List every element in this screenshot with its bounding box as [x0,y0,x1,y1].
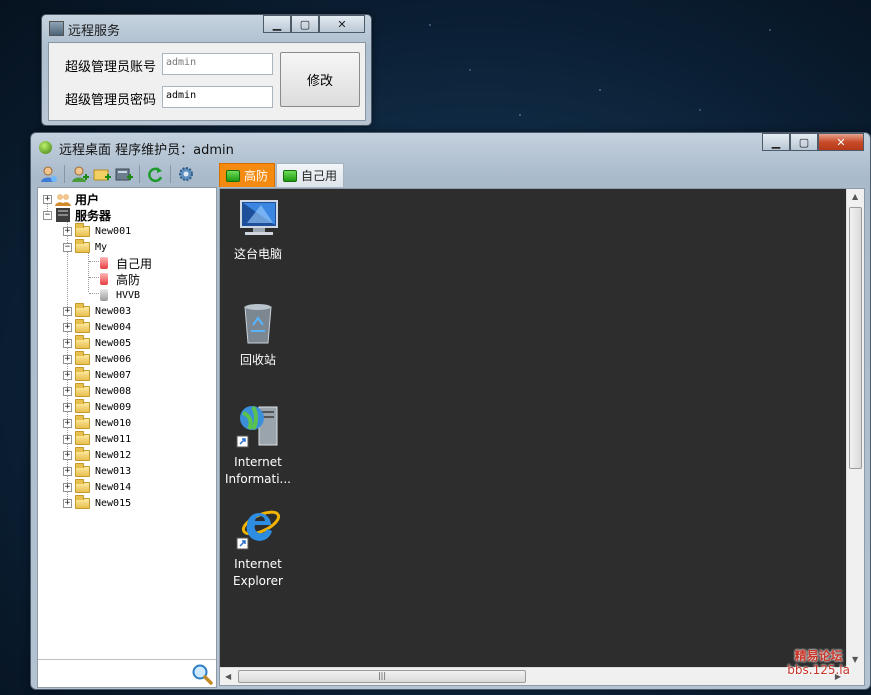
folder-icon [75,478,90,493]
server-status-icon [100,289,108,301]
maximize-button[interactable]: ▢ [291,15,319,33]
vertical-scrollbar[interactable]: ▲ ▼ [846,189,864,667]
window-title: 远程桌面 程序维护员：admin [59,143,234,158]
recycle-bin-icon [244,304,272,344]
account-label: 超级管理员账号 [65,60,157,75]
tree-node-servers[interactable]: − 服务器 [43,207,111,223]
scroll-up-icon[interactable]: ▲ [852,192,858,201]
remote-desktop-window: 远程桌面 程序维护员：admin ▁ ▢ ✕ + 用户 − 服务器 + New0… [30,132,871,690]
close-button[interactable]: ✕ [319,15,365,33]
close-button[interactable]: ✕ [818,133,864,151]
tree-group[interactable]: + New005 [63,334,131,351]
app-icon [49,21,64,36]
tree-group[interactable]: + New007 [63,366,131,383]
iis-manager-icon [236,405,278,448]
folder-open-icon [75,238,90,253]
folder-icon [75,382,90,397]
server-tabs: 高防 自己用 [219,163,345,187]
password-label: 超级管理员密码 [65,93,157,108]
refresh-icon[interactable] [145,164,165,184]
tab-ziji[interactable]: 自己用 [276,163,345,187]
folder-icon [75,462,90,477]
folder-icon [75,446,90,461]
tree-group[interactable]: + New014 [63,478,131,495]
tree-group[interactable]: + New008 [63,382,131,399]
vertical-scroll-thumb[interactable] [849,207,862,469]
tree-group[interactable]: + New015 [63,494,131,511]
folder-icon [75,222,90,237]
horizontal-scroll-thumb[interactable]: ||| [238,670,526,683]
tree-group[interactable]: + New011 [63,430,131,447]
server-icon [56,208,70,222]
scroll-down-icon[interactable]: ▼ [852,655,858,664]
folder-icon [75,414,90,429]
desktop-icon-recycle-bin[interactable]: 回收站 [220,299,296,369]
monitor-icon [283,169,298,182]
password-input[interactable]: admin [162,86,273,108]
folder-icon [75,318,90,333]
folder-icon [75,334,90,349]
desktop-icon-this-pc[interactable]: 这台电脑 [220,197,296,263]
tree-group[interactable]: − My [63,238,107,255]
folder-icon [75,398,90,413]
folder-icon [75,494,90,509]
user-icon[interactable] [39,164,59,184]
tree-server[interactable]: 高防 [100,271,140,287]
toolbar [37,162,217,186]
tree-group[interactable]: + New009 [63,398,131,415]
server-status-icon [100,273,108,285]
tab-gaofang[interactable]: 高防 [219,163,276,187]
add-folder-icon[interactable] [92,164,112,184]
tree-group[interactable]: + New004 [63,318,131,335]
computer-icon [240,200,278,235]
tree-search-bar[interactable] [38,659,216,687]
maximize-button[interactable]: ▢ [790,133,818,151]
folder-icon [75,430,90,445]
tree-node-users[interactable]: + 用户 [43,191,99,207]
settings-icon[interactable] [176,164,196,184]
edit-button[interactable]: 修改 [280,52,360,107]
users-icon [55,194,71,206]
tree-group[interactable]: + New006 [63,350,131,367]
search-icon[interactable] [191,663,213,685]
internet-explorer-icon [236,510,281,550]
tree-group[interactable]: + New003 [63,302,131,319]
tree-server[interactable]: HVVB [100,287,140,303]
minimize-button[interactable]: ▁ [762,133,790,151]
remote-desktop[interactable]: 这台电脑 回收站 Internet Informati... Internet … [220,189,846,667]
tree-group[interactable]: + New010 [63,414,131,431]
tree-group[interactable]: + New001 [63,222,131,239]
watermark: 精易论坛 bbs.125.la [787,649,850,677]
remote-view: 这台电脑 回收站 Internet Informati... Internet … [219,188,865,686]
tree-group[interactable]: + New013 [63,462,131,479]
add-user-icon[interactable] [70,164,90,184]
folder-icon [75,366,90,381]
minimize-button[interactable]: ▁ [263,15,291,33]
scroll-left-icon[interactable]: ◀ [225,672,231,681]
horizontal-scrollbar[interactable]: ◀ ||| ▶ [220,667,846,685]
remote-service-dialog: 远程服务 ▁ ▢ ✕ 超级管理员账号 admin 超级管理员密码 admin 修… [41,14,372,126]
dialog-title: 远程服务 [68,24,121,39]
folder-icon [75,302,90,317]
monitor-icon [226,169,240,182]
app-icon [39,141,52,154]
desktop-icon-ie[interactable]: Internet Explorer [220,503,296,590]
folder-icon [75,350,90,365]
server-status-icon [100,257,108,269]
account-input[interactable]: admin [162,53,273,75]
tree-group[interactable]: + New012 [63,446,131,463]
desktop-icon-iis[interactable]: Internet Informati... [220,401,296,488]
server-tree: + 用户 − 服务器 + New001 − My 自己用 高防 HVVB + New0… [37,187,217,688]
tree-server[interactable]: 自己用 [100,255,152,271]
add-server-icon[interactable] [114,164,134,184]
